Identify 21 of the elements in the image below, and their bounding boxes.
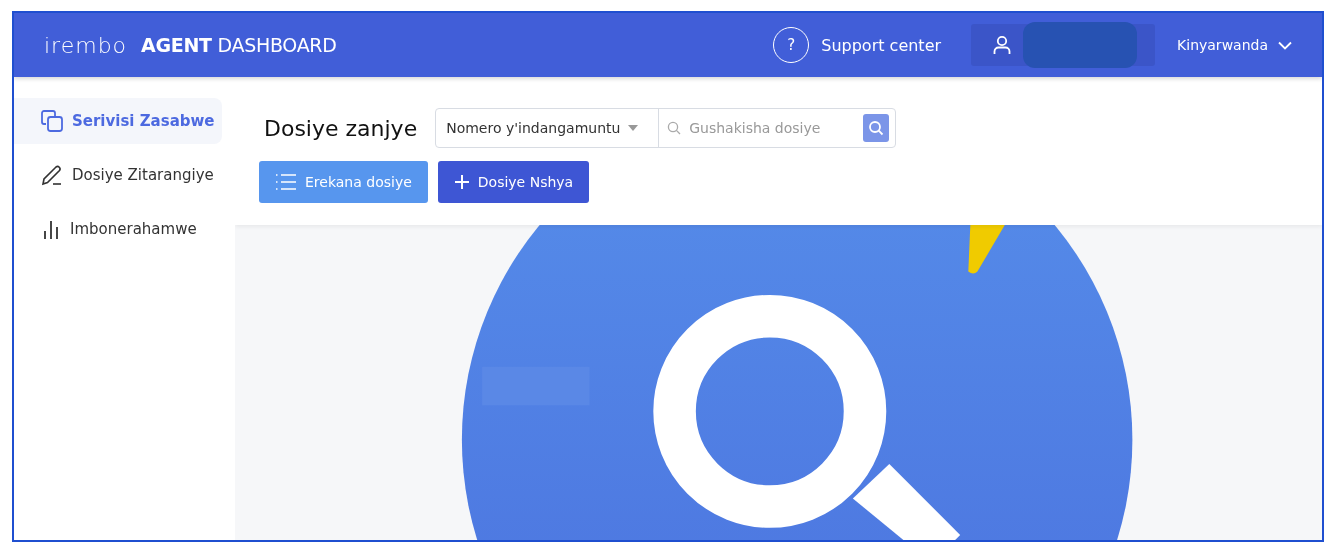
plus-icon [453,174,470,190]
search-icon [868,120,885,136]
logo: irembo [44,32,128,58]
copy-icon [40,109,64,133]
support-center-link[interactable]: ? Support center [773,27,942,63]
search-field[interactable]: Gushakisha dosiye [687,119,858,137]
page-title: Dosiye zanjye [264,115,418,141]
pencil-icon [40,163,64,187]
app-title: AGENT DASHBOARD [141,34,337,56]
list-icon [275,173,297,191]
new-file-button[interactable]: Dosiye Nshya [437,161,590,203]
search-icon [667,121,682,135]
search-button[interactable] [863,114,890,142]
sidebar-item[interactable]: Dosiye Zitarangiye [14,152,222,198]
user-icon [993,35,1012,55]
filter-dropdown[interactable]: Nomero y'indangamuntu [436,109,660,147]
caret-icon [628,125,639,131]
sidebar-item[interactable]: Imbonerahamwe [14,206,222,252]
language-dropdown[interactable]: Kinyarwanda [1171,36,1298,54]
chevron-down-icon [1278,40,1292,50]
sidebar-item[interactable]: Serivisi Zasabwe [14,98,222,144]
